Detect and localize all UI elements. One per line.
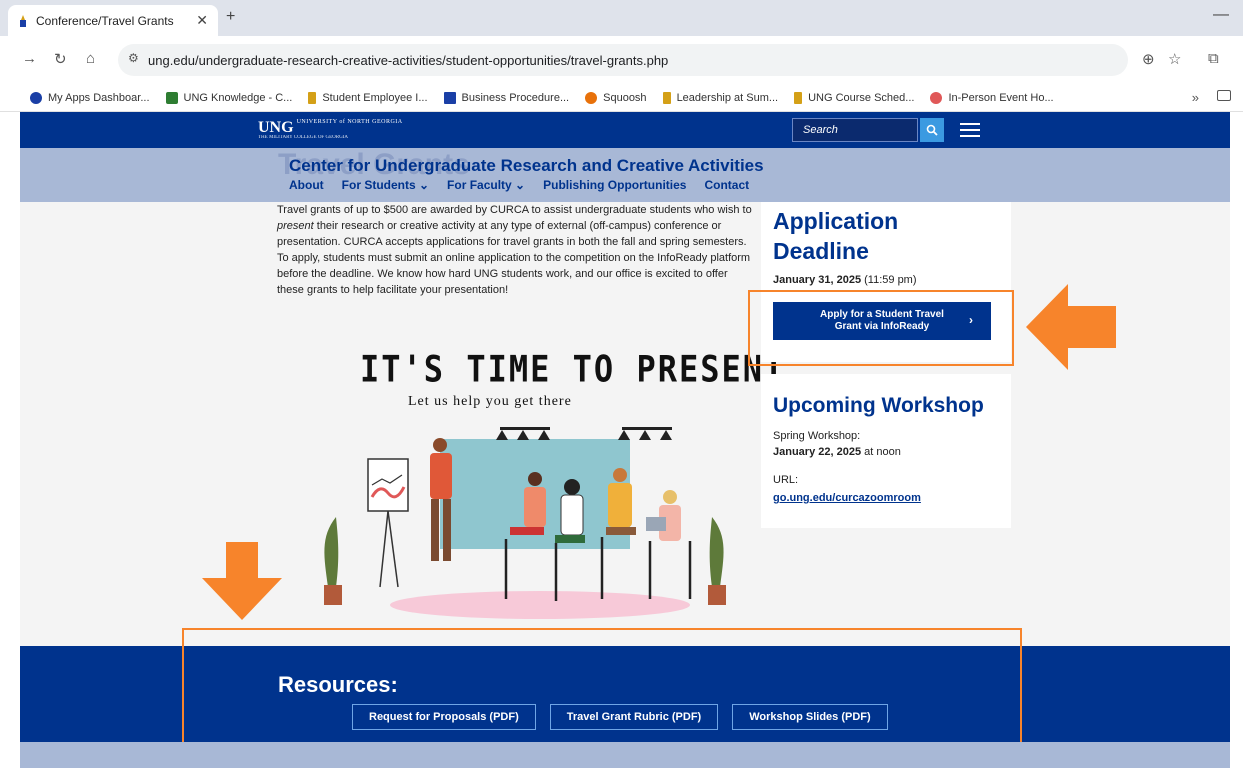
hero-subheading: Let us help you get there <box>408 394 572 409</box>
tab-title: Conference/Travel Grants <box>36 13 174 28</box>
nav-for-faculty[interactable]: For Faculty ⌄ <box>447 178 525 192</box>
nav-contact[interactable]: Contact <box>704 178 749 192</box>
bookmark-item[interactable]: Squoosh <box>585 91 647 104</box>
browser-tab[interactable]: Conference/Travel Grants ✕ <box>8 5 218 36</box>
bookmark-icon <box>662 91 671 104</box>
arrow-down-annotation-icon <box>202 542 282 620</box>
address-bar-row: → ↻ ⌂ ⚙ ung.edu/undergraduate-research-c… <box>0 36 1243 84</box>
close-tab-icon[interactable]: ✕ <box>196 12 208 29</box>
nav-about[interactable]: About <box>289 178 324 192</box>
bookmark-item[interactable]: Student Employee I... <box>308 91 428 104</box>
workshop-zoom-link[interactable]: go.ung.edu/curcazoomroom <box>773 492 921 504</box>
url-text: ung.edu/undergraduate-research-creative-… <box>148 52 669 68</box>
arrow-left-annotation-icon <box>1026 284 1116 370</box>
ung-logo[interactable]: UNG UNIVERSITY of NORTH GEORGIA THE MILIT… <box>258 119 403 140</box>
ung-favicon-icon <box>20 14 26 27</box>
bookmark-item[interactable]: UNG Course Sched... <box>794 91 914 104</box>
bookmark-icon <box>165 91 178 104</box>
bookmark-item[interactable]: Business Procedure... <box>443 91 569 104</box>
hamburger-menu-icon[interactable] <box>960 123 980 137</box>
zoom-icon[interactable]: ⊕ <box>1142 50 1155 68</box>
site-info-icon[interactable]: ⚙ <box>128 51 139 65</box>
workshop-heading: Upcoming Workshop <box>773 394 984 417</box>
bookmark-star-icon[interactable]: ☆ <box>1168 50 1181 68</box>
bookmarks-bar: My Apps Dashboar... UNG Knowledge - C...… <box>0 84 1243 112</box>
search-icon[interactable] <box>920 118 944 142</box>
search-input[interactable]: Search <box>792 118 918 142</box>
forward-icon[interactable]: → <box>22 50 37 67</box>
bookmark-icon <box>443 91 456 104</box>
reload-icon[interactable]: ↻ <box>54 50 67 68</box>
workshop-url-label: URL: <box>773 474 799 486</box>
extensions-icon[interactable]: ⧉ <box>1208 50 1219 67</box>
minimize-icon[interactable]: — <box>1213 6 1229 24</box>
new-tab-icon[interactable]: + <box>226 8 235 26</box>
address-bar[interactable]: ⚙ ung.edu/undergraduate-research-creativ… <box>118 44 1128 76</box>
intro-paragraph: Travel grants of up to $500 are awarded … <box>277 204 752 296</box>
deadline-date: January 31, 2025 (11:59 pm) <box>773 274 917 286</box>
bookmark-icon <box>585 91 598 104</box>
presentation-illustration <box>324 427 726 619</box>
more-bookmarks-icon[interactable]: » <box>1192 90 1199 105</box>
bookmark-item[interactable]: My Apps Dashboar... <box>30 91 150 104</box>
highlight-box-apply <box>748 290 1014 366</box>
web-page: UNG UNIVERSITY of NORTH GEORGIA THE MILIT… <box>20 112 1230 768</box>
workshop-card: Upcoming Workshop Spring Workshop: Janua… <box>761 374 1011 528</box>
folder-icon[interactable] <box>1217 90 1231 101</box>
browser-tab-strip: Conference/Travel Grants ✕ + — <box>0 0 1243 36</box>
bookmark-icon <box>930 91 943 104</box>
bookmark-item[interactable]: Leadership at Sum... <box>662 91 778 104</box>
bookmark-icon <box>794 91 803 104</box>
department-nav: About For Students ⌄ For Faculty ⌄ Publi… <box>289 178 767 192</box>
bookmark-icon <box>308 91 317 104</box>
nav-publishing-opportunities[interactable]: Publishing Opportunities <box>543 178 686 192</box>
workshop-label: Spring Workshop: <box>773 430 861 442</box>
bookmark-icon <box>30 91 42 104</box>
deadline-heading: Application Deadline <box>773 208 899 264</box>
footer-strip <box>20 742 1230 768</box>
nav-for-students[interactable]: For Students ⌄ <box>342 178 429 192</box>
workshop-date: January 22, 2025 at noon <box>773 446 901 458</box>
highlight-box-resources <box>182 628 1022 744</box>
bookmark-item[interactable]: In-Person Event Ho... <box>930 91 1054 104</box>
site-header: UNG UNIVERSITY of NORTH GEORGIA THE MILIT… <box>20 112 1230 148</box>
home-icon[interactable]: ⌂ <box>86 50 95 67</box>
hero-heading: IT'S TIME TO PRESENT <box>360 347 786 391</box>
bookmark-item[interactable]: UNG Knowledge - C... <box>165 91 292 104</box>
department-title[interactable]: Center for Undergraduate Research and Cr… <box>289 156 764 176</box>
